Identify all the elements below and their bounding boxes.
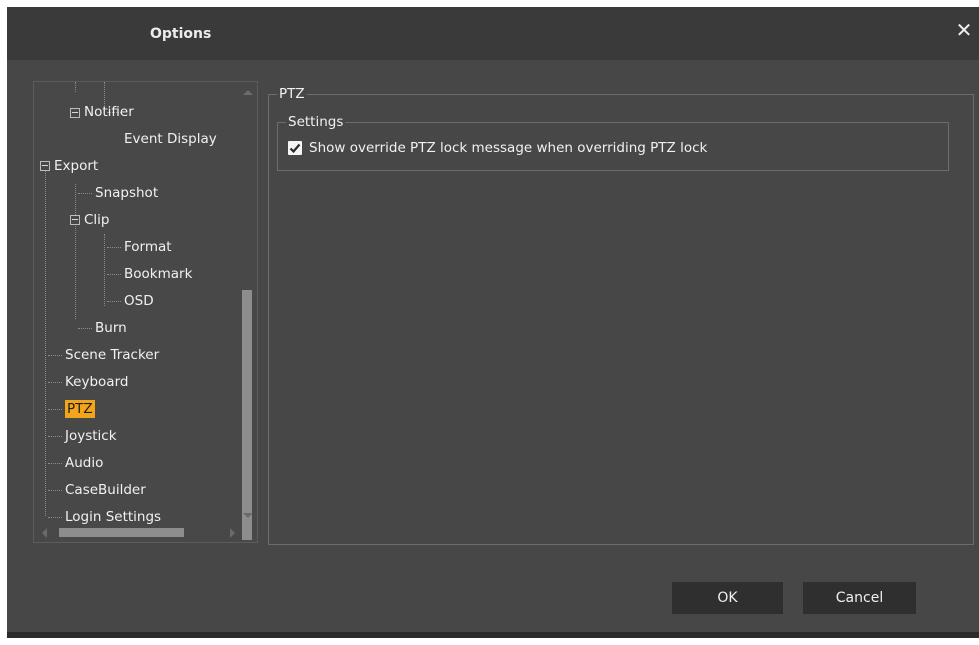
cancel-button[interactable]: Cancel — [803, 582, 916, 614]
checkmark-icon — [289, 143, 301, 154]
collapse-clip-icon[interactable] — [70, 215, 80, 225]
options-tree[interactable]: Notifier Event Display Export Snapshot C… — [33, 81, 258, 543]
override-ptz-lock-label: Show override PTZ lock message when over… — [309, 140, 708, 156]
scroll-down-icon[interactable] — [243, 513, 253, 518]
tree-item-scene-tracker[interactable]: Scene Tracker — [65, 344, 159, 366]
tree-connector — [78, 328, 92, 329]
tree-connector — [48, 490, 62, 491]
tree-item-event-display[interactable]: Event Display — [124, 128, 217, 150]
tree-horizontal-scrollbar[interactable] — [34, 524, 239, 542]
tree-connector — [45, 166, 46, 516]
scroll-left-icon[interactable] — [42, 528, 47, 538]
collapse-notifier-icon[interactable] — [70, 108, 80, 118]
tree-item-audio[interactable]: Audio — [65, 452, 103, 474]
tree-item-joystick[interactable]: Joystick — [65, 425, 117, 447]
tree-connector — [48, 436, 62, 437]
tree-connector — [75, 184, 76, 319]
bottom-border — [7, 632, 979, 638]
tree-vertical-scrollbar[interactable] — [239, 82, 257, 540]
dialog-body: Notifier Event Display Export Snapshot C… — [7, 60, 979, 632]
tree-connector — [78, 193, 92, 194]
close-icon[interactable]: ✕ — [953, 19, 975, 41]
tree-connector — [104, 234, 105, 306]
tree-connector — [48, 382, 62, 383]
tree-item-burn[interactable]: Burn — [95, 317, 127, 339]
scroll-up-icon[interactable] — [243, 90, 253, 95]
settings-group-title: Settings — [286, 113, 346, 131]
tree-connector — [48, 409, 62, 410]
tree-item-casebuilder[interactable]: CaseBuilder — [65, 479, 146, 501]
scroll-right-icon[interactable] — [230, 528, 235, 538]
tree-connector — [107, 247, 121, 248]
options-dialog: Options ✕ Notifier Event Display Export … — [7, 7, 979, 638]
tree-item-osd[interactable]: OSD — [124, 290, 154, 312]
collapse-export-icon[interactable] — [40, 161, 50, 171]
override-ptz-lock-checkbox[interactable] — [288, 141, 302, 155]
tree-connector — [48, 517, 62, 518]
ok-button[interactable]: OK — [672, 582, 783, 614]
tree-item-notifier[interactable]: Notifier — [84, 101, 134, 123]
tree-connector — [48, 355, 62, 356]
dialog-title: Options — [150, 26, 212, 42]
title-bar: Options ✕ — [7, 7, 979, 60]
tree-item-format[interactable]: Format — [124, 236, 172, 258]
tree-connector — [75, 82, 76, 92]
tree-connector — [48, 463, 62, 464]
tree-item-clip[interactable]: Clip — [84, 209, 110, 231]
tree-connector — [107, 274, 121, 275]
tree-item-export[interactable]: Export — [54, 155, 98, 177]
vertical-scroll-thumb[interactable] — [242, 290, 252, 540]
ptz-group-title: PTZ — [277, 85, 307, 103]
tree-item-bookmark[interactable]: Bookmark — [124, 263, 192, 285]
tree-item-ptz[interactable]: PTZ — [65, 398, 95, 420]
tree-connector — [107, 301, 121, 302]
horizontal-scroll-thumb[interactable] — [59, 528, 184, 537]
tree-item-keyboard[interactable]: Keyboard — [65, 371, 128, 393]
tree-item-snapshot[interactable]: Snapshot — [95, 182, 158, 204]
